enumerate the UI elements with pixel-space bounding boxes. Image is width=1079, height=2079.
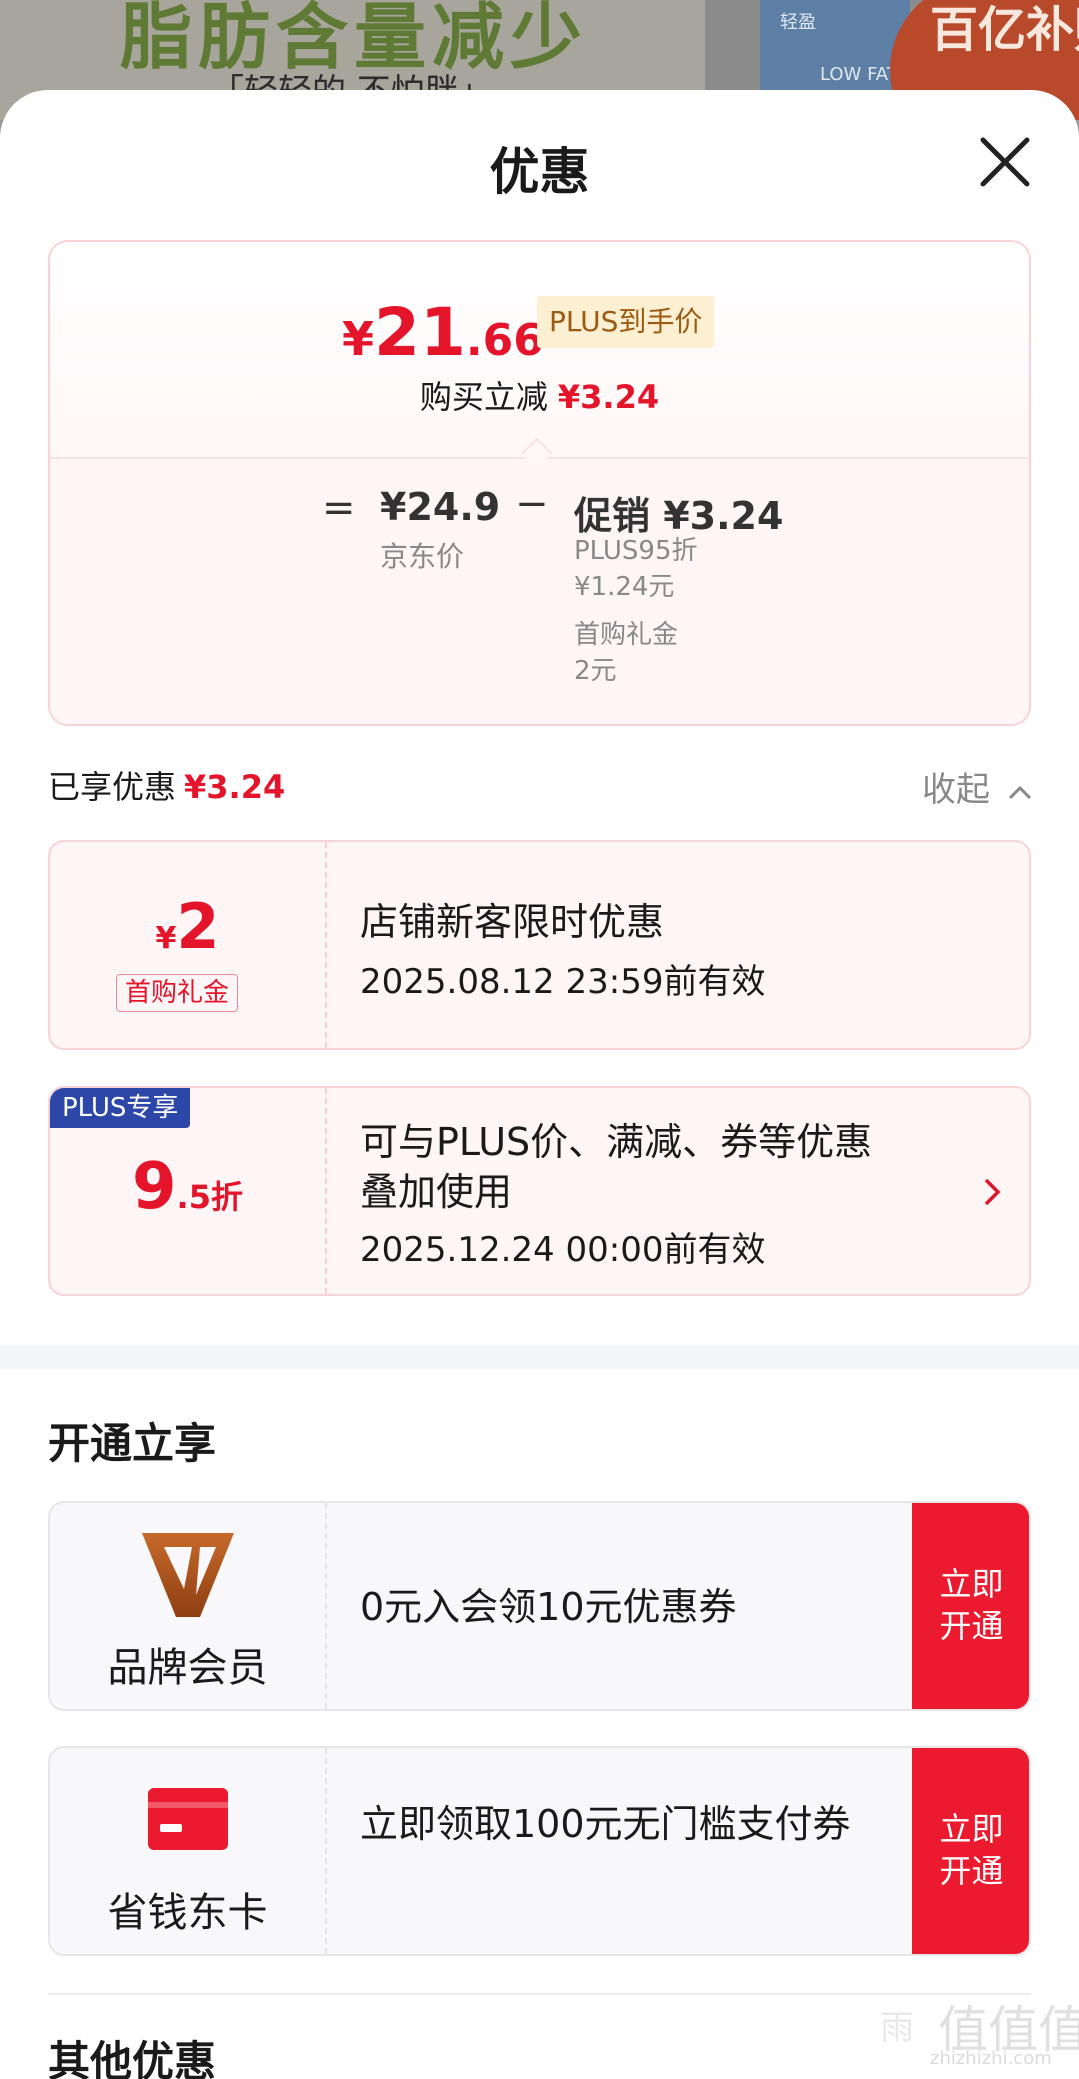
coupon-validity: 2025.12.24 00:00前有效: [360, 1230, 766, 1270]
brand-member-card: 品牌会员 0元入会领10元优惠券 立即 开通: [48, 1501, 1031, 1711]
reduce-value: ¥3.24: [557, 378, 660, 416]
price-integer: 21: [374, 294, 466, 371]
currency-symbol: ¥: [342, 312, 375, 366]
equals-sign: =: [322, 485, 356, 531]
coupon-title-line1: 可与PLUS价、满减、券等优惠: [360, 1120, 873, 1164]
card-separator: [325, 1503, 327, 1709]
plus-price-tag: PLUS到手价: [537, 296, 715, 348]
coupon-separator: [325, 842, 327, 1048]
coupon-amount: ¥2: [50, 890, 325, 963]
collapse-label: 收起: [922, 770, 990, 810]
coupon-plus-discount[interactable]: PLUS专享 9.5折 可与PLUS价、满减、券等优惠 叠加使用 2025.12…: [48, 1086, 1031, 1296]
coupon-separator: [325, 1088, 327, 1294]
watermark-url: zhizhizhi.com: [930, 2048, 1052, 2069]
coupon-new-customer[interactable]: ¥2 首购礼金 店铺新客限时优惠 2025.08.12 23:59前有效: [48, 840, 1031, 1050]
price-calculation: = ¥24.9 京东价 − 促销 ¥3.24 PLUS95折 ¥1.24元 首购…: [50, 459, 1029, 724]
card-separator: [325, 1748, 327, 1954]
subsidy-badge-text: 百亿补贴: [930, 2, 1079, 58]
member-description: 0元入会领10元优惠券: [360, 1585, 737, 1629]
discount-sheet: 优惠 ¥21.66 PLUS到手价 购买立减 ¥3.24 = ¥24.9 京东价 …: [0, 90, 1079, 2079]
saving-card-offer: 省钱东卡 立即领取100元无门槛支付券 立即 开通: [48, 1746, 1031, 1956]
site-watermark: 雨 值值值 zhizhizhi.com: [880, 1990, 1079, 2079]
close-icon: [980, 137, 1030, 187]
coupon-currency: ¥: [155, 921, 177, 956]
sheet-title: 优惠: [489, 143, 590, 201]
jd-price-label: 京东价: [380, 540, 465, 573]
close-button[interactable]: [975, 132, 1035, 192]
promo-item-name: PLUS95折: [574, 536, 698, 566]
price-summary: ¥21.66 PLUS到手价 购买立减 ¥3.24: [50, 242, 1029, 457]
member-name: 省钱东卡: [107, 1890, 268, 1936]
card-icon: [148, 1788, 228, 1850]
package-label: 轻盈: [780, 12, 816, 33]
open-now-button[interactable]: 立即 开通: [912, 1748, 1029, 1954]
coupon-title-line2: 叠加使用: [360, 1170, 513, 1214]
enjoyed-label: 已享优惠: [48, 768, 177, 806]
jd-price-value: ¥24.9: [380, 485, 501, 529]
discount-integer: 9: [132, 1150, 177, 1224]
plus-exclusive-badge: PLUS专享: [50, 1088, 191, 1128]
chevron-right-icon[interactable]: [978, 1172, 1006, 1212]
price-breakdown-card: ¥21.66 PLUS到手价 购买立减 ¥3.24 = ¥24.9 京东价 − 促…: [48, 240, 1031, 726]
minus-sign: −: [515, 481, 549, 527]
enjoyed-discount: 已享优惠 ¥3.24: [48, 762, 285, 808]
discount-suffix: .5折: [176, 1178, 243, 1216]
section-divider: [0, 1345, 1079, 1369]
coupon-value: 2: [176, 890, 220, 963]
package-label: LOW FAT: [820, 64, 898, 85]
reduce-line: 购买立减 ¥3.24: [50, 372, 1029, 418]
member-name: 品牌会员: [107, 1645, 268, 1691]
member-description: 立即领取100元无门槛支付券: [360, 1802, 851, 1846]
coupon-validity: 2025.08.12 23:59前有效: [360, 962, 766, 1002]
promo-total: 促销 ¥3.24: [574, 494, 784, 538]
enjoyed-value: ¥3.24: [184, 768, 286, 806]
open-now-button[interactable]: 立即 开通: [912, 1503, 1029, 1709]
final-price: ¥21.66: [342, 294, 544, 371]
reduce-label: 购买立减: [419, 378, 548, 416]
price-decimal: .66: [465, 315, 544, 366]
brand-v-icon: [142, 1533, 234, 1617]
coupon-amount: 9.5折: [50, 1150, 325, 1224]
promo-item-value: ¥1.24元: [574, 572, 675, 602]
watermark-left: 雨: [880, 2008, 914, 2048]
chevron-up-icon: [1008, 785, 1031, 799]
collapse-button[interactable]: 收起: [922, 762, 1033, 811]
coupon-title: 店铺新客限时优惠: [360, 900, 665, 944]
promo-item-name: 首购礼金: [574, 620, 679, 650]
promo-item-value: 2元: [574, 656, 617, 686]
coupon-type-tag: 首购礼金: [116, 974, 239, 1012]
other-section-title: 其他优惠: [48, 2037, 217, 2079]
open-section-title: 开通立享: [48, 1419, 217, 1468]
